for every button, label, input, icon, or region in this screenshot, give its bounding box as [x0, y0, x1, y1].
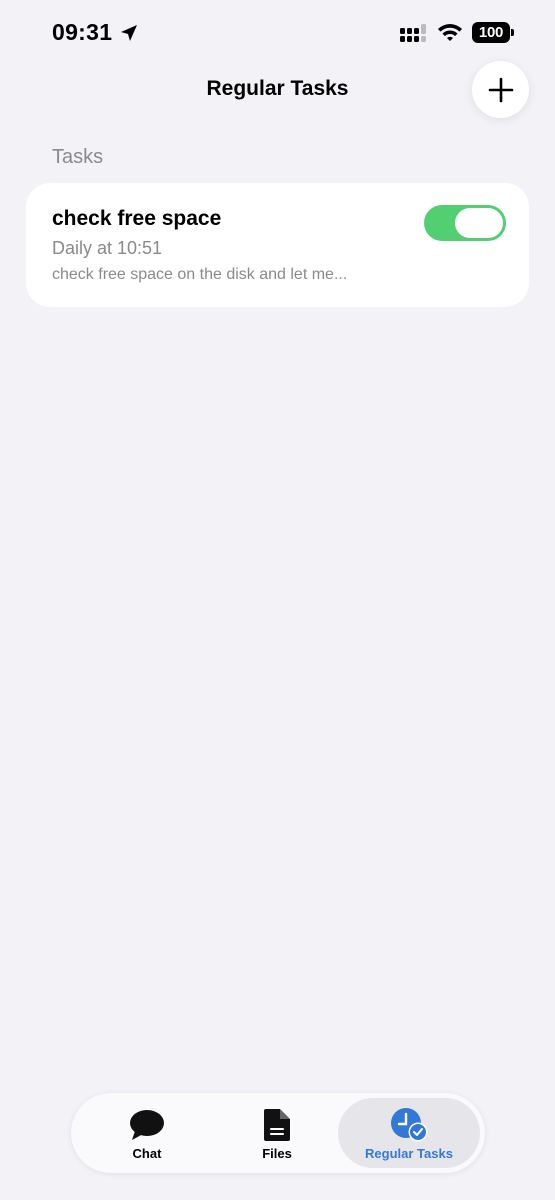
- task-card[interactable]: check free space Daily at 10:51 check fr…: [26, 183, 529, 307]
- chat-bubble-icon: [130, 1110, 164, 1140]
- location-arrow-icon: [121, 25, 137, 41]
- task-schedule: Daily at 10:51: [52, 238, 163, 258]
- screen: 09:31 100 Regular Tasks Tasks check free…: [0, 0, 555, 1200]
- section-header: Tasks: [52, 146, 104, 168]
- tab-files[interactable]: Files: [211, 1098, 343, 1168]
- tab-label: Regular Tasks: [365, 1146, 453, 1161]
- task-description: check free space on the disk and let me.…: [52, 266, 348, 283]
- status-bar: 09:31 100: [0, 0, 555, 66]
- task-title: check free space: [52, 207, 222, 230]
- tab-chat[interactable]: Chat: [81, 1098, 213, 1168]
- battery-icon: 100: [472, 22, 514, 43]
- status-time: 09:31: [52, 19, 113, 45]
- add-task-button[interactable]: [472, 61, 529, 118]
- tab-label: Files: [262, 1146, 292, 1161]
- tab-regular-tasks[interactable]: Regular Tasks: [338, 1098, 480, 1168]
- toggle-knob: [455, 208, 503, 238]
- wifi-icon: [438, 24, 462, 41]
- tab-bar: Chat Files Regular Tasks: [71, 1093, 485, 1173]
- task-enabled-toggle[interactable]: [424, 205, 506, 241]
- battery-cap: [511, 29, 514, 36]
- cellular-signal-icon: [400, 24, 426, 42]
- clock-check-icon: [391, 1108, 428, 1142]
- plus-icon: [488, 77, 513, 102]
- document-icon: [264, 1109, 290, 1141]
- tab-label: Chat: [132, 1146, 162, 1161]
- battery-level: 100: [472, 22, 510, 43]
